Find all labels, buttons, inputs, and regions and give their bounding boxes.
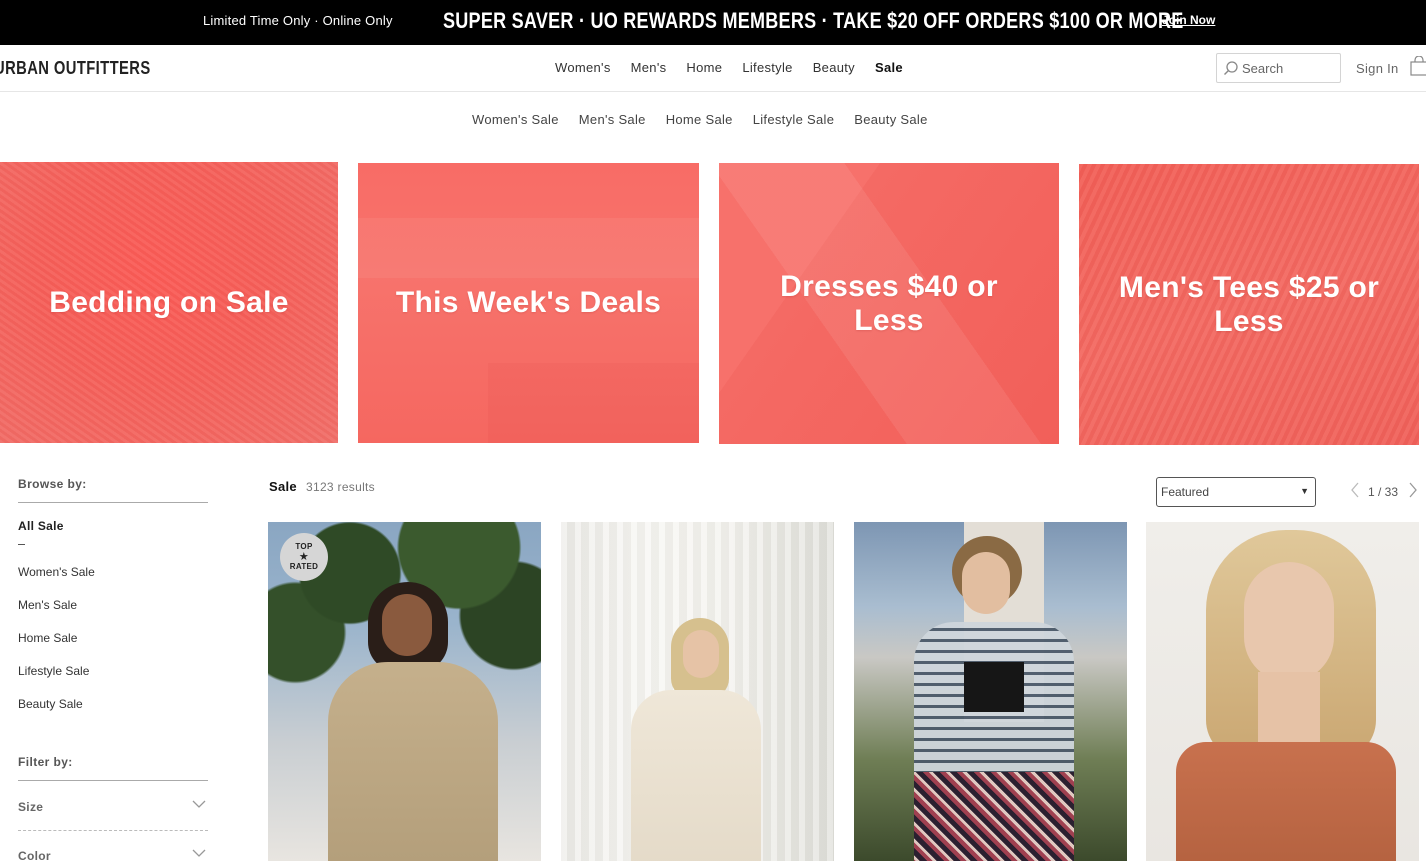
model-face-shape <box>962 552 1010 614</box>
sort-selected-value: Featured <box>1161 485 1210 499</box>
browse-sidebar: Browse by: All Sale Women's Sale Men's S… <box>18 477 208 711</box>
subnav-mens-sale[interactable]: Men's Sale <box>579 112 646 127</box>
subnav-home-sale[interactable]: Home Sale <box>666 112 733 127</box>
shopping-bag-icon[interactable] <box>1410 56 1426 76</box>
hero-tile-bedding[interactable]: Bedding on Sale <box>0 162 338 443</box>
nav-item-mens[interactable]: Men's <box>631 60 667 75</box>
nav-item-home[interactable]: Home <box>686 60 722 75</box>
star-icon: ★ <box>298 551 310 563</box>
subnav-beauty-sale[interactable]: Beauty Sale <box>854 112 927 127</box>
badge-top-text: TOP <box>295 542 313 551</box>
sidebar-item-mens-sale[interactable]: Men's Sale <box>18 598 208 612</box>
search-box[interactable] <box>1216 53 1341 83</box>
page-indicator: 1 / 33 <box>1368 485 1399 499</box>
floral-skirt-shape <box>914 772 1074 861</box>
nav-item-beauty[interactable]: Beauty <box>813 60 855 75</box>
nav-item-lifestyle[interactable]: Lifestyle <box>742 60 792 75</box>
hero-tile-title: Dresses $40 or Less <box>780 269 998 337</box>
product-image[interactable] <box>854 522 1127 861</box>
hero-tile-dresses[interactable]: Dresses $40 or Less <box>719 163 1059 444</box>
product-image[interactable]: TOP ★ RATED <box>268 522 541 861</box>
bralette-shape <box>964 662 1024 712</box>
results-title: Sale <box>269 479 297 494</box>
filter-color-label: Color <box>18 849 51 861</box>
hero-tile-title: Bedding on Sale <box>49 285 289 319</box>
subnav-womens-sale[interactable]: Women's Sale <box>472 112 559 127</box>
badge-rated-text: RATED <box>289 562 319 571</box>
search-icon <box>1224 61 1238 75</box>
promo-left-text: Limited Time Only · Online Only <box>203 13 393 28</box>
product-image[interactable] <box>1146 522 1419 861</box>
nav-item-sale[interactable]: Sale <box>875 60 903 75</box>
sidebar-item-lifestyle-sale[interactable]: Lifestyle Sale <box>18 664 208 678</box>
subnav-lifestyle-sale[interactable]: Lifestyle Sale <box>753 112 835 127</box>
sweater-shape <box>631 690 761 861</box>
hero-tile-title: Men's Tees $25 or Less <box>1118 270 1380 338</box>
previous-page-icon[interactable] <box>1350 482 1360 498</box>
sweater-shape <box>328 662 498 861</box>
sidebar-item-beauty-sale[interactable]: Beauty Sale <box>18 697 208 711</box>
filter-divider <box>18 830 208 831</box>
site-logo[interactable]: URBAN OUTFITTERS <box>0 58 151 79</box>
promo-headline: SUPER SAVER · UO REWARDS MEMBERS · TAKE … <box>443 8 1184 33</box>
model-face-shape <box>683 630 719 678</box>
chevron-down-icon <box>192 849 206 857</box>
site-header: URBAN OUTFITTERS Women's Men's Home Life… <box>0 45 1426 92</box>
filter-size[interactable]: Size <box>18 800 208 814</box>
tank-top-shape <box>1176 742 1396 861</box>
hero-tile-title: This Week's Deals <box>395 286 662 319</box>
sidebar-item-home-sale[interactable]: Home Sale <box>18 631 208 645</box>
sale-sub-nav: Women's Sale Men's Sale Home Sale Lifest… <box>462 112 938 127</box>
neck-shape <box>1258 672 1320 752</box>
filter-size-label: Size <box>18 800 44 814</box>
sidebar-item-womens-sale[interactable]: Women's Sale <box>18 565 208 579</box>
browse-heading: Browse by: <box>18 477 208 503</box>
active-indicator <box>18 544 25 545</box>
model-face-shape <box>382 594 432 656</box>
next-page-icon[interactable] <box>1408 482 1418 498</box>
nav-item-womens[interactable]: Women's <box>555 60 611 75</box>
filter-color[interactable]: Color <box>18 849 208 861</box>
top-rated-badge: TOP ★ RATED <box>280 533 328 581</box>
promo-bar: Limited Time Only · Online Only SUPER SA… <box>0 0 1426 45</box>
sidebar-item-all-sale[interactable]: All Sale <box>18 519 208 533</box>
sort-select[interactable]: Featured ▼ <box>1156 477 1316 507</box>
model-face-shape <box>1244 562 1334 682</box>
dropdown-arrow-icon: ▼ <box>1300 486 1309 496</box>
results-count: 3123 results <box>306 480 375 494</box>
product-image[interactable] <box>561 522 834 861</box>
hero-tile-mens-tees[interactable]: Men's Tees $25 or Less <box>1079 164 1419 445</box>
chevron-down-icon <box>192 800 206 808</box>
filter-heading: Filter by: <box>18 755 208 781</box>
search-input[interactable] <box>1242 59 1337 77</box>
hero-tile-weekly-deals[interactable]: This Week's Deals <box>358 163 699 443</box>
join-now-link[interactable]: Join Now <box>1162 13 1215 27</box>
sign-in-link[interactable]: Sign In <box>1356 61 1399 76</box>
main-nav: Women's Men's Home Lifestyle Beauty Sale <box>545 60 913 75</box>
